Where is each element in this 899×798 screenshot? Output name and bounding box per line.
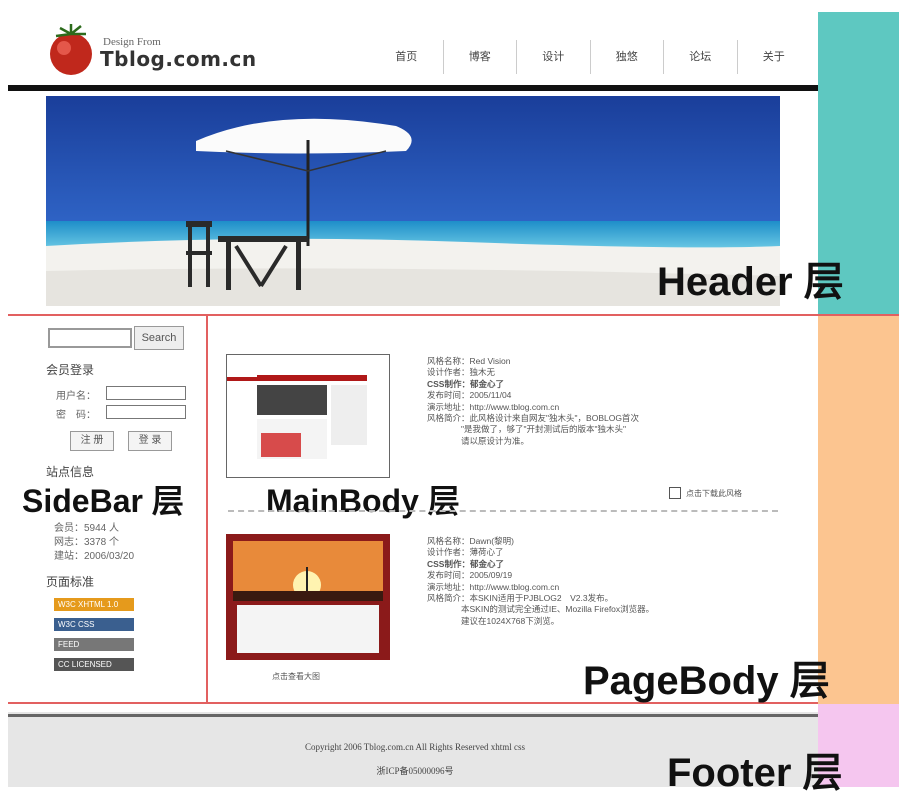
dawn-preview-image bbox=[227, 535, 389, 659]
footer-top-rule bbox=[8, 714, 818, 717]
nav-item-unique[interactable]: 独悠 bbox=[589, 40, 664, 74]
header-layer-label: Header 层 bbox=[657, 260, 844, 304]
password-field[interactable] bbox=[106, 405, 186, 419]
search-input[interactable] bbox=[48, 328, 132, 348]
standards-title: 页面标准 bbox=[46, 575, 95, 589]
main-nav: 首页 博客 设计 独悠 论坛 关于 bbox=[370, 40, 810, 74]
entry-1-download-link[interactable]: 点击下载此风格 bbox=[686, 488, 742, 499]
mainbody-layer-label: MainBody 层 bbox=[266, 483, 460, 519]
username-field[interactable] bbox=[106, 386, 186, 400]
header-divider-bar bbox=[8, 85, 818, 91]
entry-1-line: 请以原设计为准。 bbox=[427, 435, 530, 446]
entry-2-line: 风格简介：本SKIN适用于PJBLOG2 V2.3发布。 bbox=[427, 593, 614, 604]
entry-1-line: 风格简介：此风格设计来自网友"独木头"，BOBLOG首次 bbox=[427, 413, 639, 424]
logo-name[interactable]: Tblog.com.cn bbox=[100, 47, 257, 71]
entry-1-line: 风格名称：Red Vision bbox=[427, 356, 511, 366]
badge-xhtml[interactable]: W3C XHTML 1.0 bbox=[54, 598, 134, 611]
entry-2-line: CSS制作：郁金心了 bbox=[427, 558, 504, 569]
nav-item-design[interactable]: 设计 bbox=[516, 40, 590, 74]
icp-record-text: 浙ICP备05000096号 bbox=[376, 766, 454, 776]
member-login-title: 会员登录 bbox=[46, 363, 95, 377]
entry-2-line: 建议在1024X768下浏览。 bbox=[427, 615, 560, 626]
entry-2-line: 本SKIN的测试完全通过IE、Mozilla Firefox浏览器。 bbox=[427, 604, 655, 615]
copyright-text: Copyright 2006 Tblog.com.cn All Rights R… bbox=[304, 742, 526, 752]
pagebody-top-border bbox=[8, 314, 899, 316]
username-label: 用户名： bbox=[56, 391, 96, 402]
sidebar-divider bbox=[206, 316, 208, 704]
entry-2-details: 风格名称：Dawn(黎明) 设计作者：薄荷心了 CSS制作：郁金心了 发布时间：… bbox=[427, 536, 654, 627]
entry-1-line: 发布时间：2005/11/04 bbox=[427, 390, 512, 401]
stat-blogs: 网志：3378 个 bbox=[54, 537, 120, 548]
badge-css[interactable]: W3C CSS bbox=[54, 618, 134, 631]
entry-1-details: 风格名称：Red Vision 设计作者：独木无 CSS制作：郁金心了 发布时间… bbox=[427, 356, 639, 447]
entry-separator bbox=[228, 510, 778, 512]
search-button[interactable]: Search bbox=[134, 326, 184, 350]
nav-item-about[interactable]: 关于 bbox=[736, 40, 811, 74]
entry-2-line: 风格名称：Dawn(黎明) bbox=[427, 536, 514, 546]
entry-2-view-large-link[interactable]: 点击查看大图 bbox=[272, 671, 320, 682]
red-vision-preview-image bbox=[227, 355, 389, 477]
entry-1-line: CSS制作：郁金心了 bbox=[427, 378, 504, 389]
tomato-logo-icon bbox=[50, 24, 92, 75]
entry-2-line: 演示地址：http://www.tblog.com.cn bbox=[427, 581, 560, 592]
entry-2-line: 设计作者：薄荷心了 bbox=[427, 547, 504, 558]
nav-item-blog[interactable]: 博客 bbox=[442, 40, 517, 74]
entry-1-line: 设计作者：独木无 bbox=[427, 367, 496, 378]
pagebody-layer-strip bbox=[818, 314, 899, 704]
stat-founded: 建站：2006/03/20 bbox=[54, 551, 135, 562]
entry-2-line: 发布时间：2005/09/19 bbox=[427, 570, 513, 581]
entry-1-line: 演示地址：http://www.tblog.com.cn bbox=[427, 401, 560, 412]
password-label: 密 码： bbox=[56, 410, 96, 421]
login-button[interactable]: 登 录 bbox=[128, 431, 172, 451]
entry-2-thumbnail[interactable] bbox=[226, 534, 390, 660]
sidebar-layer-label: SideBar 层 bbox=[22, 483, 184, 519]
register-button[interactable]: 注 册 bbox=[70, 431, 114, 451]
badge-cc-license[interactable]: CC LICENSED bbox=[54, 658, 134, 671]
entry-1-line: "是我做了，够了"开封测试后的版本"独木头" bbox=[427, 424, 627, 435]
nav-item-home[interactable]: 首页 bbox=[370, 40, 443, 74]
download-icon[interactable] bbox=[669, 487, 681, 499]
nav-item-forum[interactable]: 论坛 bbox=[663, 40, 737, 74]
pagebody-layer-label: PageBody 层 bbox=[583, 659, 830, 703]
footer-layer-label: Footer 层 bbox=[667, 751, 843, 795]
entry-1-thumbnail[interactable] bbox=[226, 354, 390, 478]
badge-feed[interactable]: FEED bbox=[54, 638, 134, 651]
